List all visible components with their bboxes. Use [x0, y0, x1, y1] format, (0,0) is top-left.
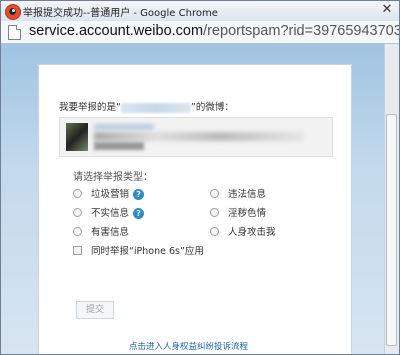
option-pornography[interactable]: 淫秽色情 — [210, 205, 266, 219]
redacted-weibo-text-2 — [94, 142, 144, 150]
personal-rights-complaint-link[interactable]: 点击进入人身权益纠纷投诉流程 — [129, 340, 248, 352]
reported-weibo-preview — [59, 117, 333, 157]
redacted-weibo-text — [94, 132, 304, 141]
radio-button[interactable] — [210, 227, 219, 236]
weibo-logo-icon — [5, 4, 21, 20]
prompt-prefix: 我要举报的是“ — [59, 102, 121, 113]
option-harmful[interactable]: 有害信息 — [73, 224, 129, 238]
option-label: 违法信息 — [228, 189, 267, 200]
option-personal-attack[interactable]: 人身攻击我 — [210, 224, 276, 238]
window-title: 举报提交成功--普通用户 - Google Chrome — [23, 8, 218, 19]
report-prompt: 我要举报的是“ ”的微博： — [59, 99, 234, 113]
report-card: 我要举报的是“ ”的微博： 请选择举报类型： 垃圾营销? 违法信息 不实信息? 淫… — [38, 64, 352, 354]
option-label: 垃圾营销 — [91, 189, 130, 200]
submit-button[interactable]: 提交 — [76, 301, 114, 319]
help-icon[interactable]: ? — [133, 208, 145, 219]
option-label: 不实信息 — [91, 208, 130, 219]
avatar — [66, 123, 88, 151]
help-icon[interactable]: ? — [133, 189, 145, 200]
page-content: 我要举报的是“ ”的微博： 请选择举报类型： 垃圾营销? 违法信息 不实信息? 淫… — [1, 44, 399, 354]
option-label: 淫秽色情 — [228, 208, 267, 219]
radio-button[interactable] — [210, 208, 219, 217]
option-label: 有害信息 — [91, 227, 130, 238]
close-window-button[interactable]: ✕ — [381, 3, 393, 16]
option-false-info[interactable]: 不实信息? — [73, 205, 145, 219]
radio-button[interactable] — [210, 189, 219, 198]
radio-button[interactable] — [73, 227, 82, 236]
also-report-app[interactable]: 同时举报“iPhone 6s”应用 — [73, 243, 204, 257]
scrollbar-thumb[interactable] — [386, 114, 397, 346]
url-domain: service.account.weibo.com — [29, 23, 204, 39]
address-bar[interactable]: service.account.weibo.com/reportspam?rid… — [1, 21, 399, 44]
url-text[interactable]: service.account.weibo.com/reportspam?rid… — [29, 23, 399, 39]
scrollbar[interactable] — [384, 44, 399, 354]
report-type-label: 请选择举报类型： — [73, 172, 153, 183]
redacted-author — [94, 124, 154, 130]
option-illegal[interactable]: 违法信息 — [210, 186, 266, 200]
radio-button[interactable] — [73, 208, 82, 217]
prompt-suffix: ”的微博： — [190, 102, 234, 113]
title-bar: 举报提交成功--普通用户 - Google Chrome ✕ — [1, 1, 399, 21]
redacted-username — [120, 102, 191, 113]
browser-window: 举报提交成功--普通用户 - Google Chrome ✕ service.a… — [0, 0, 400, 355]
checkbox[interactable] — [73, 246, 82, 255]
page-icon — [8, 25, 21, 40]
option-label: 人身攻击我 — [228, 227, 276, 238]
also-report-label: 同时举报“iPhone 6s”应用 — [91, 246, 204, 257]
radio-button[interactable] — [73, 189, 82, 198]
option-spam[interactable]: 垃圾营销? — [73, 186, 145, 200]
url-path: /reportspam?rid=3976594370372809&type=1 — [203, 23, 399, 39]
